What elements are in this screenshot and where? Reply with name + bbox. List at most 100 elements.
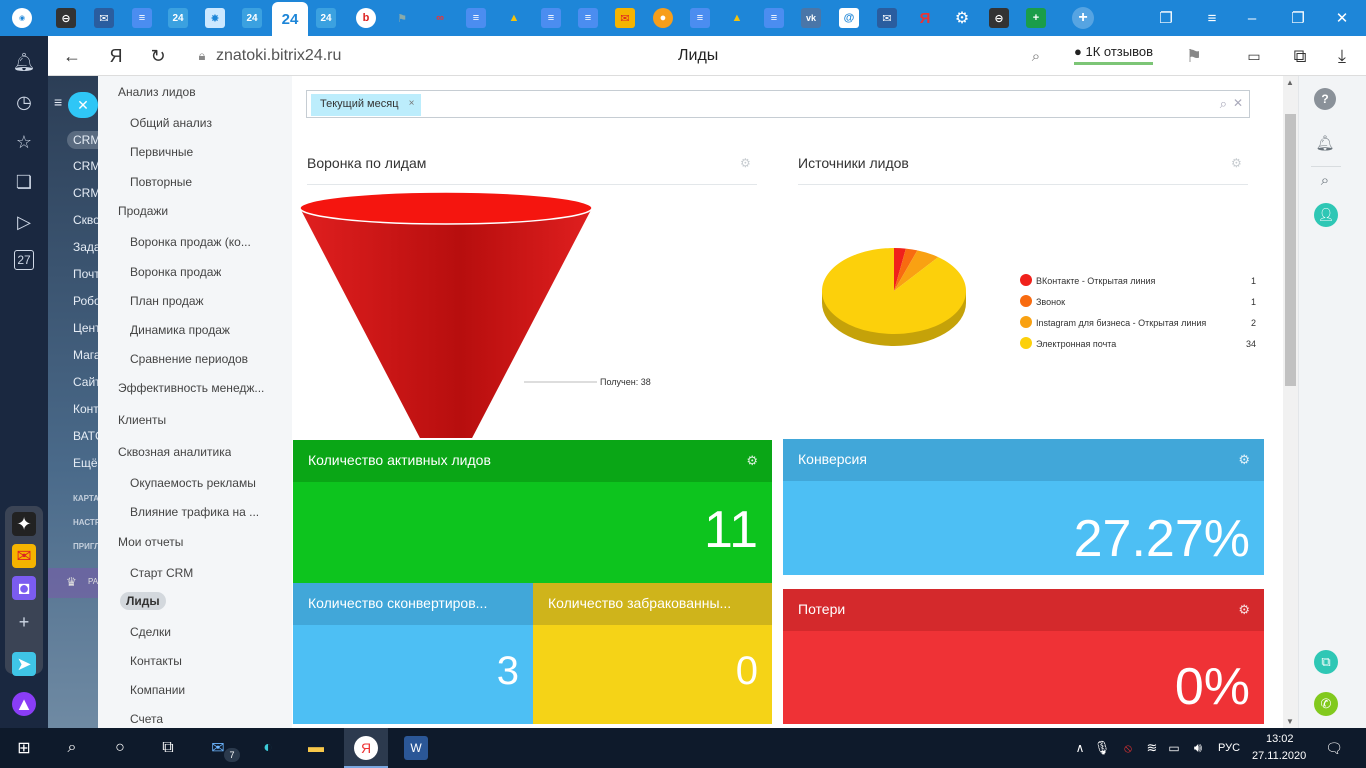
- b24-item-5[interactable]: Почт: [73, 267, 98, 281]
- submenu-item[interactable]: План продаж: [130, 294, 204, 308]
- task-view-icon[interactable]: ⧉: [156, 736, 180, 760]
- submenu-item[interactable]: Воронка продаж (ко...: [130, 235, 251, 249]
- word-icon[interactable]: W: [404, 736, 428, 760]
- clock-date[interactable]: 27.11.2020: [1252, 750, 1306, 762]
- reload-icon[interactable]: ↻: [146, 44, 170, 68]
- b24-small-2[interactable]: ПРИГЛ: [73, 542, 98, 551]
- clock-time[interactable]: 13:02: [1266, 733, 1294, 745]
- b24-item-4[interactable]: Зада: [73, 240, 98, 254]
- submenu-item[interactable]: Динамика продаж: [130, 323, 230, 337]
- phone-transfer-icon[interactable]: ⧉: [1314, 650, 1338, 674]
- reviews-badge[interactable]: ● 1К отзывов: [1074, 44, 1153, 65]
- filter-search-icon[interactable]: ⌕: [1220, 96, 1227, 112]
- tray-show-hidden-icon[interactable]: ∧: [1068, 736, 1092, 760]
- bookmark-icon[interactable]: ⚑: [1182, 44, 1206, 68]
- cortana-icon[interactable]: ○: [108, 736, 132, 760]
- wifi-icon[interactable]: ≋: [1140, 736, 1164, 760]
- user-avatar-icon[interactable]: 👤︎: [1314, 203, 1338, 227]
- submenu-item[interactable]: Окупаемость рекламы: [130, 476, 256, 490]
- windows-start-icon[interactable]: ⊞: [12, 736, 36, 760]
- call-icon[interactable]: ✆: [1314, 692, 1338, 716]
- legend-item[interactable]: Электронная почта 34: [1020, 336, 1260, 357]
- submenu-item[interactable]: Лиды: [120, 592, 166, 610]
- submenu-item[interactable]: Анализ лидов: [118, 85, 196, 99]
- filter-search-box[interactable]: Текущий месяц × ⌕ ✕: [306, 90, 1250, 118]
- submenu-item[interactable]: Старт CRM: [130, 566, 193, 580]
- scroll-thumb[interactable]: [1285, 114, 1296, 386]
- tile-losses-settings-icon[interactable]: ⚙: [1238, 602, 1250, 618]
- action-center-icon[interactable]: 🗨︎: [1322, 736, 1346, 760]
- search-icon[interactable]: ⌕: [1314, 169, 1336, 191]
- tab-docs-icon[interactable]: ≡: [132, 8, 152, 28]
- bookmarks-star-icon[interactable]: ☆: [12, 130, 36, 154]
- tab-ymail-icon[interactable]: ✉: [615, 8, 635, 28]
- search-page-icon[interactable]: ⌕: [1024, 44, 1048, 68]
- close-menu-icon[interactable]: ✕: [68, 92, 98, 118]
- submenu-item[interactable]: Воронка продаж: [130, 265, 221, 279]
- submenu-item[interactable]: Счета: [130, 712, 163, 726]
- battery-icon[interactable]: ▭: [1162, 736, 1186, 760]
- calendar-icon[interactable]: 27: [14, 250, 34, 270]
- b24-item-3[interactable]: Скво: [73, 213, 98, 227]
- b24-item-6[interactable]: Робо: [73, 294, 98, 308]
- notifications-icon[interactable]: 🔔︎: [1314, 132, 1336, 154]
- submenu-item[interactable]: Клиенты: [118, 413, 166, 427]
- b24-item-10[interactable]: Конт: [73, 402, 98, 416]
- legend-item[interactable]: Звонок 1: [1020, 294, 1260, 315]
- scroll-down-icon[interactable]: ▼: [1286, 717, 1294, 726]
- help-icon[interactable]: ?: [1314, 88, 1336, 110]
- microphone-icon[interactable]: 🎙︎: [1090, 736, 1114, 760]
- submenu-item[interactable]: Сквозная аналитика: [118, 445, 231, 459]
- tab-bitrix3-icon[interactable]: 24: [316, 8, 336, 28]
- yandex-home-icon[interactable]: Я: [104, 44, 128, 68]
- b24-item-11[interactable]: ВАТС: [73, 429, 98, 443]
- b24-item-0[interactable]: CRM: [67, 131, 98, 149]
- notifications-bell-icon[interactable]: 🔔︎: [12, 50, 36, 74]
- tab-bitrix-active[interactable]: 24: [272, 2, 308, 36]
- tab-docs6-icon[interactable]: ≡: [764, 8, 784, 28]
- send-arrow-icon[interactable]: ➤: [12, 652, 36, 676]
- submenu-item[interactable]: Общий анализ: [130, 116, 212, 130]
- tab-sun-icon[interactable]: ✸: [205, 8, 225, 28]
- submenu-item[interactable]: Повторные: [130, 175, 192, 189]
- tab-icon-last[interactable]: ⊖: [989, 8, 1009, 28]
- submenu-item[interactable]: Компании: [130, 683, 185, 697]
- tab-docs5-icon[interactable]: ≡: [690, 8, 710, 28]
- funnel-settings-icon[interactable]: ⚙: [740, 156, 751, 170]
- content-scrollbar[interactable]: ▲ ▼: [1283, 76, 1298, 728]
- tab-plus-green-icon[interactable]: +: [1026, 8, 1046, 28]
- b24-bottom-bar[interactable]: ♛ РА: [48, 568, 98, 598]
- tab-bitrix-icon[interactable]: 24: [168, 8, 188, 28]
- add-app-plus-icon[interactable]: +: [12, 610, 36, 634]
- back-arrow-icon[interactable]: ←: [60, 44, 84, 68]
- close-window-icon[interactable]: ✕: [1330, 6, 1354, 30]
- collections-icon[interactable]: ❏: [12, 170, 36, 194]
- submenu-item[interactable]: Эффективность менедж...: [118, 381, 264, 395]
- filter-tag-remove-icon[interactable]: ×: [409, 98, 415, 109]
- tab-docs4-icon[interactable]: ≡: [578, 8, 598, 28]
- tab-yandex-icon[interactable]: Я: [915, 8, 935, 28]
- tray-app-icon[interactable]: ⦸: [1116, 736, 1140, 760]
- minimize-icon[interactable]: –: [1240, 6, 1264, 30]
- tile-active-leads-settings-icon[interactable]: ⚙: [746, 453, 758, 469]
- tab-docs3-icon[interactable]: ≡: [541, 8, 561, 28]
- browser-menu-icon[interactable]: ≡: [1200, 6, 1224, 30]
- tab-settings-icon[interactable]: ⚙: [952, 8, 972, 28]
- legend-item[interactable]: ВКонтакте - Открытая линия 1: [1020, 273, 1260, 294]
- new-tab-plus-icon[interactable]: +: [1072, 7, 1094, 29]
- b24-item-1[interactable]: CRM: [73, 159, 98, 173]
- filter-clear-icon[interactable]: ✕: [1233, 96, 1243, 110]
- protect-icon[interactable]: ⧉: [1288, 44, 1312, 68]
- edge-browser-icon[interactable]: ◐: [256, 736, 280, 760]
- yandex-menu-logo-icon[interactable]: ◉: [12, 8, 32, 28]
- tab-docs2-icon[interactable]: ≡: [466, 8, 486, 28]
- tab-link-icon[interactable]: ∞: [430, 8, 450, 28]
- ymail-icon[interactable]: ✉: [12, 544, 36, 568]
- submenu-item[interactable]: Мои отчеты: [118, 535, 183, 549]
- submenu-item[interactable]: Сделки: [130, 625, 171, 639]
- b24-item-7[interactable]: Цент: [73, 321, 98, 335]
- submenu-item[interactable]: Контакты: [130, 654, 182, 668]
- tab-at-icon[interactable]: @: [839, 8, 859, 28]
- tab-mail2-icon[interactable]: ✉: [877, 8, 897, 28]
- filter-tag[interactable]: Текущий месяц ×: [311, 94, 421, 116]
